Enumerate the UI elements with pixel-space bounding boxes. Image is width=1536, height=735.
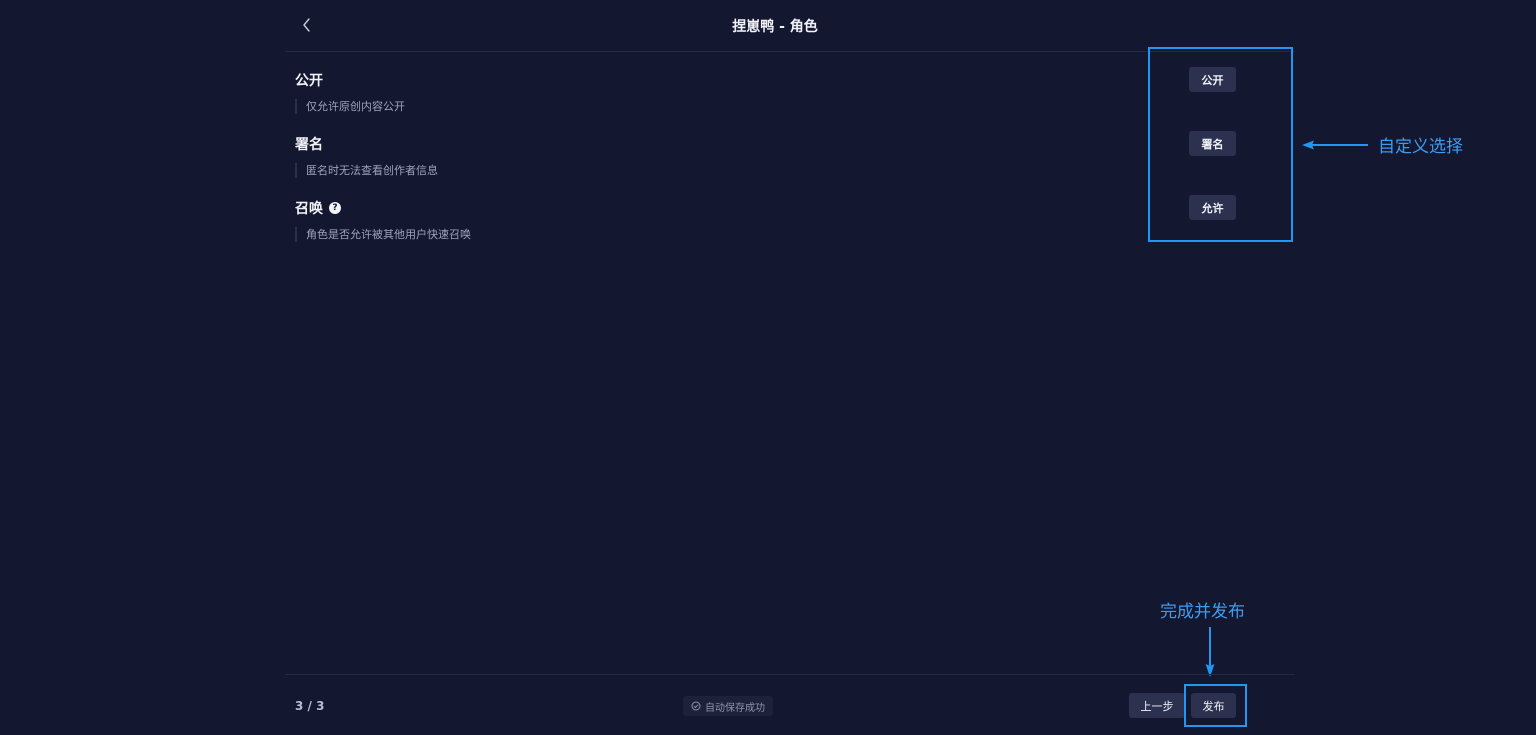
arrow-down-icon bbox=[1205, 627, 1215, 677]
setting-summon: 召唤 ? 角色是否允许被其他用户快速召唤 bbox=[295, 198, 471, 242]
setting-public-title-text: 公开 bbox=[295, 73, 323, 89]
custom-select-annotation: 自定义选择 bbox=[1378, 137, 1463, 157]
prev-step-button[interactable]: 上一步 bbox=[1129, 693, 1185, 718]
options-highlight-box bbox=[1148, 47, 1293, 242]
footer: 3 / 3 自动保存成功 上一步 发布 bbox=[285, 674, 1295, 735]
setting-attribution-desc: 匿名时无法查看创作者信息 bbox=[295, 163, 438, 178]
page: 捏崽鸭 - 角色 公开 仅允许原创内容公开 署名 匿名时无法查看创作者信息 召唤… bbox=[0, 0, 1536, 735]
publish-highlight-box bbox=[1184, 684, 1247, 727]
page-title: 捏崽鸭 - 角色 bbox=[732, 19, 818, 35]
help-icon[interactable]: ? bbox=[329, 202, 341, 214]
setting-summon-title: 召唤 ? bbox=[295, 198, 471, 218]
arrow-left-icon bbox=[1302, 140, 1368, 150]
publish-annotation: 完成并发布 bbox=[1160, 602, 1245, 622]
step-counter: 3 / 3 bbox=[295, 699, 325, 713]
setting-attribution-title: 署名 bbox=[295, 134, 438, 154]
setting-attribution-title-text: 署名 bbox=[295, 137, 323, 153]
setting-summon-desc: 角色是否允许被其他用户快速召唤 bbox=[295, 227, 471, 242]
setting-public: 公开 仅允许原创内容公开 bbox=[295, 70, 405, 114]
check-circle-icon bbox=[691, 701, 701, 711]
setting-public-desc: 仅允许原创内容公开 bbox=[295, 99, 405, 114]
header: 捏崽鸭 - 角色 bbox=[285, 0, 1295, 52]
setting-public-title: 公开 bbox=[295, 70, 405, 90]
autosave-status: 自动保存成功 bbox=[683, 696, 773, 716]
setting-summon-title-text: 召唤 bbox=[295, 201, 323, 217]
autosave-text: 自动保存成功 bbox=[705, 702, 765, 714]
setting-attribution: 署名 匿名时无法查看创作者信息 bbox=[295, 134, 438, 178]
